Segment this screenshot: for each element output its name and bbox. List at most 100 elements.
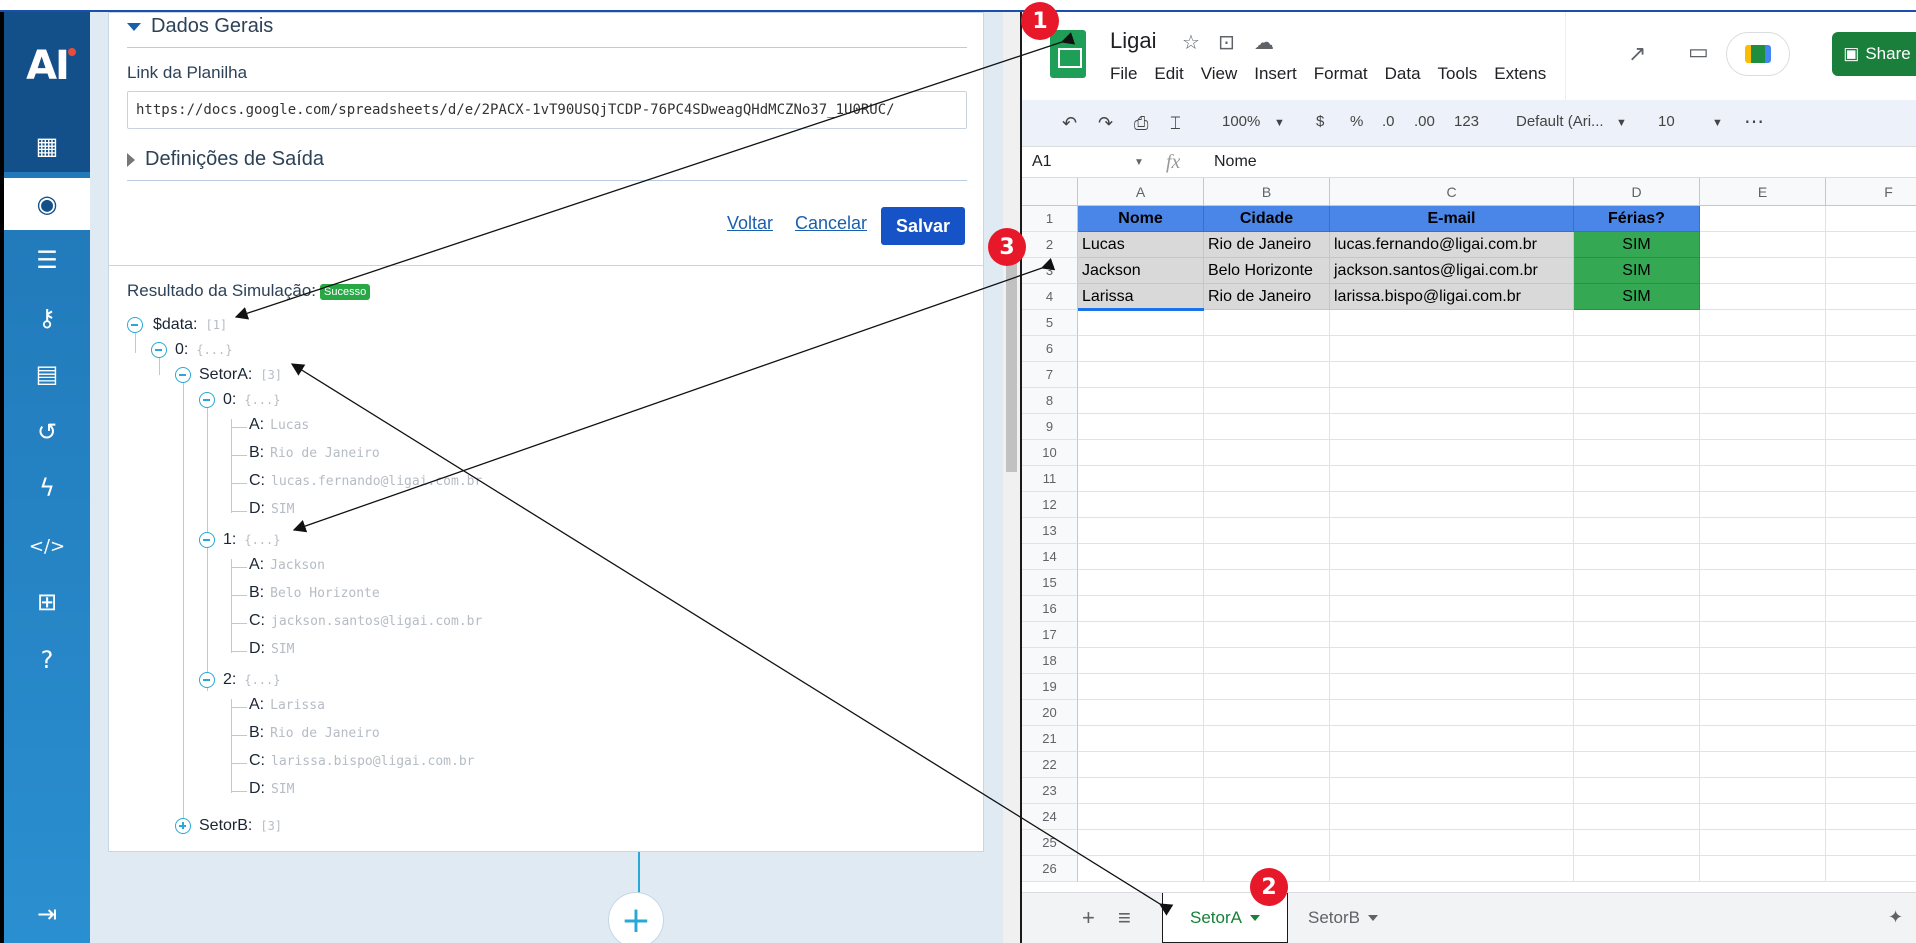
- grid-cell[interactable]: [1826, 310, 1916, 336]
- grid-cell[interactable]: [1700, 622, 1826, 648]
- grid-cell[interactable]: [1330, 440, 1574, 466]
- editor-scrollbar[interactable]: [1003, 12, 1020, 943]
- document-title[interactable]: Ligai: [1110, 28, 1156, 54]
- grid-cell[interactable]: [1078, 414, 1204, 440]
- grid-cell[interactable]: Jackson: [1078, 258, 1204, 284]
- grid-cell[interactable]: [1826, 648, 1916, 674]
- sidebar-item-logout[interactable]: ⇥: [4, 888, 90, 940]
- row-header[interactable]: 21: [1022, 726, 1078, 752]
- grid-cell[interactable]: [1574, 310, 1700, 336]
- grid-cell[interactable]: [1700, 258, 1826, 284]
- scrollbar-thumb[interactable]: [1006, 252, 1017, 472]
- grid-cell[interactable]: [1204, 388, 1330, 414]
- more-icon[interactable]: ⋯: [1744, 109, 1764, 134]
- grid-cell[interactable]: [1826, 778, 1916, 804]
- currency-button[interactable]: $: [1316, 113, 1324, 130]
- grid-cell[interactable]: [1826, 388, 1916, 414]
- grid-cell[interactable]: [1700, 336, 1826, 362]
- sidebar-item-help[interactable]: ?: [4, 634, 90, 686]
- grid-cell[interactable]: [1330, 700, 1574, 726]
- app-logo[interactable]: AI: [4, 12, 90, 120]
- grid-cell[interactable]: [1204, 596, 1330, 622]
- grid-cell[interactable]: [1330, 596, 1574, 622]
- grid-cell[interactable]: Rio de Janeiro: [1204, 284, 1330, 310]
- collapse-toggle[interactable]: [199, 532, 215, 548]
- grid-cell[interactable]: [1078, 700, 1204, 726]
- grid-cell[interactable]: [1700, 648, 1826, 674]
- grid-cell[interactable]: [1078, 622, 1204, 648]
- menu-insert[interactable]: Insert: [1254, 64, 1297, 84]
- menu-view[interactable]: View: [1201, 64, 1238, 84]
- grid-cell[interactable]: [1204, 362, 1330, 388]
- grid-cell[interactable]: [1700, 570, 1826, 596]
- grid-cell[interactable]: [1574, 414, 1700, 440]
- grid-cell[interactable]: [1078, 492, 1204, 518]
- print-icon[interactable]: ⎙: [1134, 113, 1148, 134]
- grid-cell[interactable]: Larissa: [1078, 284, 1204, 310]
- grid-cell[interactable]: lucas.fernando@ligai.com.br: [1330, 232, 1574, 258]
- grid-cell[interactable]: [1330, 544, 1574, 570]
- grid-cell[interactable]: [1204, 752, 1330, 778]
- grid-cell[interactable]: [1574, 466, 1700, 492]
- grid-cell[interactable]: [1574, 674, 1700, 700]
- cancel-button[interactable]: Cancelar: [795, 213, 867, 234]
- comment-icon[interactable]: ▭: [1688, 40, 1709, 65]
- grid-cell[interactable]: [1204, 830, 1330, 856]
- row-header[interactable]: 13: [1022, 518, 1078, 544]
- grid-cell[interactable]: Nome: [1078, 206, 1204, 232]
- column-header[interactable]: A: [1078, 178, 1204, 206]
- grid-cell[interactable]: [1330, 310, 1574, 336]
- grid-corner[interactable]: [1022, 178, 1078, 206]
- spreadsheet-grid[interactable]: A B C D E F 1 Nome Cidade E-mail Férias? 2 Lucas Rio …: [1022, 178, 1916, 892]
- row-header[interactable]: 8: [1022, 388, 1078, 414]
- grid-cell[interactable]: [1330, 830, 1574, 856]
- paint-format-icon[interactable]: ⌶: [1170, 113, 1181, 134]
- share-button[interactable]: ▣ Share: [1832, 32, 1916, 76]
- grid-cell[interactable]: E-mail: [1330, 206, 1574, 232]
- row-header[interactable]: 15: [1022, 570, 1078, 596]
- grid-cell[interactable]: [1700, 206, 1826, 232]
- grid-cell[interactable]: [1574, 778, 1700, 804]
- expand-toggle[interactable]: [175, 818, 191, 834]
- grid-cell[interactable]: [1204, 492, 1330, 518]
- undo-icon[interactable]: ↶: [1062, 113, 1077, 134]
- cloud-status-icon[interactable]: ☁: [1254, 30, 1274, 54]
- grid-cell[interactable]: [1700, 596, 1826, 622]
- grid-cell[interactable]: [1204, 466, 1330, 492]
- sidebar-item-triggers[interactable]: ϟ: [4, 462, 90, 514]
- grid-cell[interactable]: [1826, 206, 1916, 232]
- grid-cell[interactable]: [1826, 726, 1916, 752]
- grid-cell[interactable]: [1826, 830, 1916, 856]
- grid-cell[interactable]: [1204, 700, 1330, 726]
- grid-cell[interactable]: [1330, 622, 1574, 648]
- grid-cell[interactable]: [1078, 726, 1204, 752]
- row-header[interactable]: 3: [1022, 258, 1078, 284]
- grid-cell[interactable]: [1574, 440, 1700, 466]
- grid-cell[interactable]: [1330, 570, 1574, 596]
- grid-cell[interactable]: [1330, 674, 1574, 700]
- font-size-select[interactable]: 10: [1658, 113, 1675, 130]
- sidebar-item-robots[interactable]: ◉: [4, 178, 90, 230]
- grid-cell[interactable]: [1826, 466, 1916, 492]
- sidebar-item-code[interactable]: </>: [4, 520, 90, 572]
- sidebar-item-keys[interactable]: ⚷: [4, 292, 90, 344]
- grid-cell[interactable]: [1078, 804, 1204, 830]
- grid-cell[interactable]: Rio de Janeiro: [1204, 232, 1330, 258]
- grid-cell[interactable]: [1700, 388, 1826, 414]
- tab-setorb[interactable]: SetorB: [1308, 893, 1378, 943]
- grid-cell[interactable]: [1204, 518, 1330, 544]
- explore-icon[interactable]: ✦: [1888, 907, 1903, 928]
- grid-cell[interactable]: jackson.santos@ligai.com.br: [1330, 258, 1574, 284]
- grid-cell[interactable]: [1700, 752, 1826, 778]
- grid-cell[interactable]: [1574, 596, 1700, 622]
- row-header[interactable]: 18: [1022, 648, 1078, 674]
- grid-cell[interactable]: [1078, 310, 1204, 336]
- sidebar-item-history[interactable]: ↺: [4, 406, 90, 458]
- back-button[interactable]: Voltar: [727, 213, 773, 234]
- all-sheets-button[interactable]: ≡: [1118, 905, 1131, 931]
- grid-cell[interactable]: [1826, 336, 1916, 362]
- grid-cell[interactable]: [1574, 700, 1700, 726]
- grid-cell[interactable]: [1574, 648, 1700, 674]
- grid-cell[interactable]: [1078, 440, 1204, 466]
- column-header[interactable]: B: [1204, 178, 1330, 206]
